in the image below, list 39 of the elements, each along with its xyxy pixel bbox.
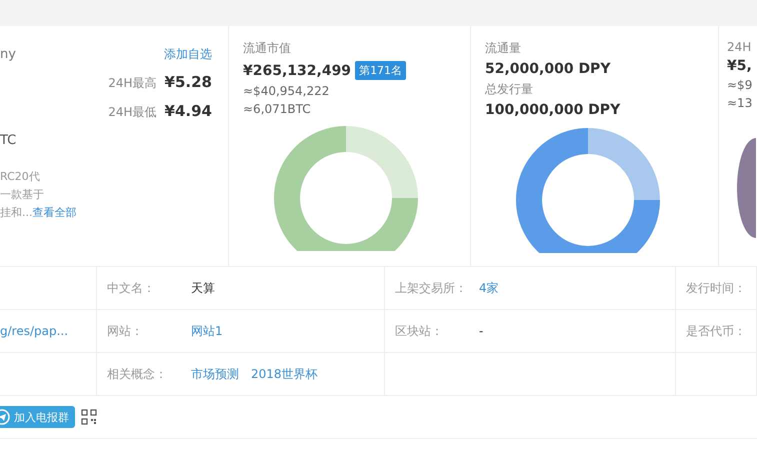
field-label: 发行时间： xyxy=(686,280,747,296)
stat-label: 24H xyxy=(727,40,752,54)
website-link[interactable]: g/res/pap... xyxy=(0,324,68,338)
description-text: 一款基于 xyxy=(0,187,45,203)
btc-price: TC xyxy=(0,133,18,148)
field-value: - xyxy=(479,324,484,338)
stat-value: ¥265,132,499 xyxy=(243,62,352,78)
stat-label: 流通量 xyxy=(485,40,522,57)
stat-value: 100,000,000 DPY xyxy=(485,102,622,118)
price-value: ¥4.94 xyxy=(164,102,212,120)
rank-badge: 第171名 xyxy=(355,61,406,80)
stat-label: 总发行量 xyxy=(485,81,534,98)
description-text: RC20代 xyxy=(0,169,41,185)
stat-conversion: ≈$9 xyxy=(727,78,754,92)
field-label: 上架交易所： xyxy=(395,280,467,296)
field-label: 网站： xyxy=(107,322,144,340)
stat-conversion: ≈$40,954,222 xyxy=(243,84,330,98)
description-text: 挂和... xyxy=(0,206,32,219)
field-label: 是否代币： xyxy=(686,322,747,340)
stat-conversion: ≈6,071BTC xyxy=(243,102,312,116)
field-link[interactable]: 4家 xyxy=(479,280,499,296)
stat-value: ¥5, xyxy=(727,58,753,74)
join-telegram-button[interactable]: 加入电报群 xyxy=(0,406,75,428)
view-all-link[interactable]: 查看全部 xyxy=(32,206,76,219)
field-label: 相关概念： xyxy=(107,366,168,382)
price-label: 24H最低 xyxy=(108,104,157,121)
stat-label: 流通市值 xyxy=(243,40,292,57)
price-value: ¥5.28 xyxy=(164,73,212,91)
add-watchlist-link[interactable]: 添加自选 xyxy=(164,46,212,63)
field-link[interactable]: 网站1 xyxy=(191,322,223,340)
field-label: 区块站： xyxy=(395,322,444,340)
field-label: 中文名： xyxy=(107,280,156,296)
stat-conversion: ≈13 xyxy=(727,96,754,110)
price-label: 24H最高 xyxy=(108,75,157,92)
field-link[interactable]: 2018世界杯 xyxy=(251,366,318,382)
stat-value: 52,000,000 DPY xyxy=(485,61,612,77)
field-link[interactable]: 市场预测 xyxy=(191,366,239,382)
field-value: 天算 xyxy=(191,280,215,296)
coin-name: ny xyxy=(0,47,16,62)
